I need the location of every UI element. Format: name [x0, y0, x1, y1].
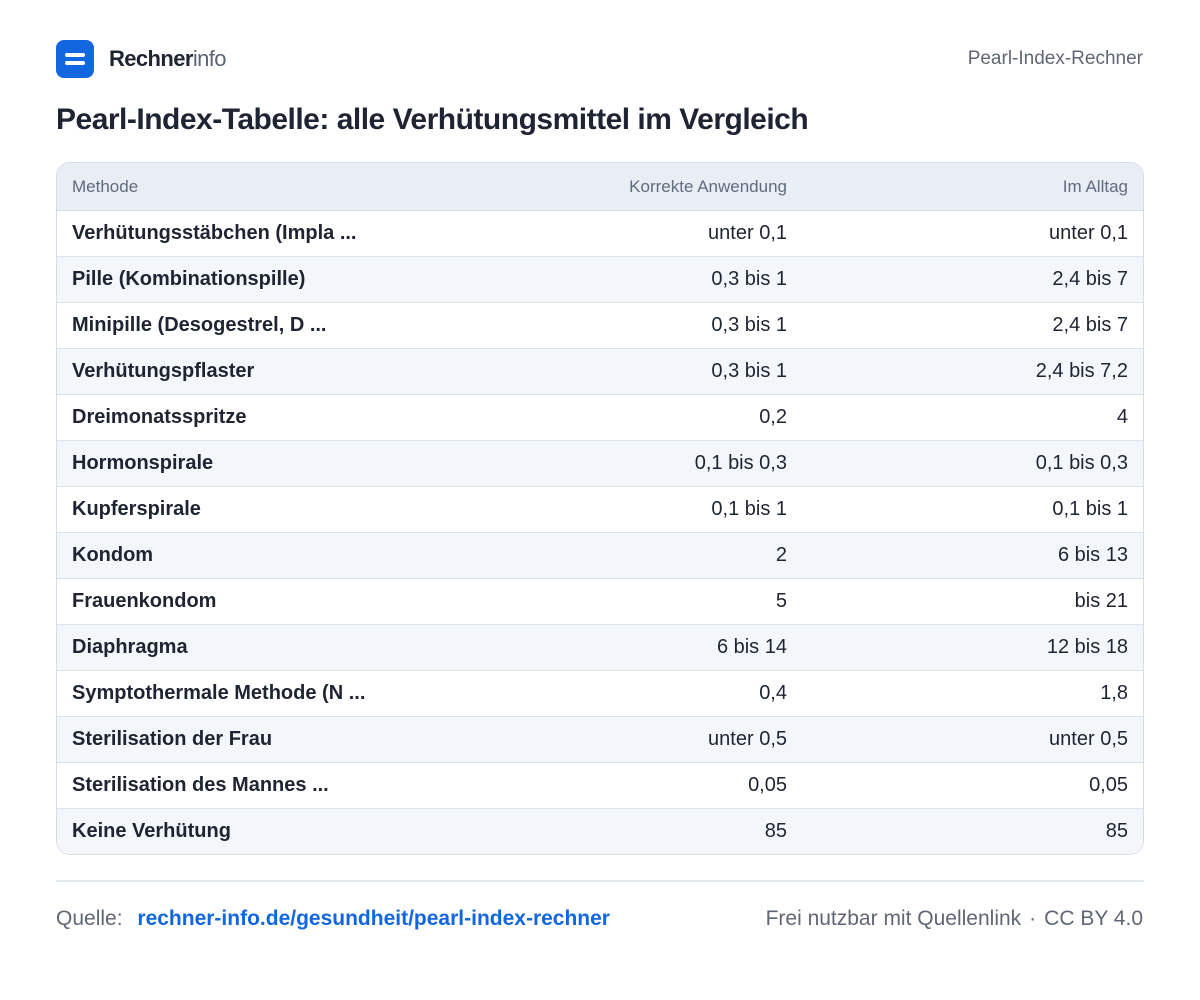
table-row: Diaphragma 6 bis 14 12 bis 18 [57, 624, 1143, 671]
correct-use-cell: 0,3 bis 1 [457, 256, 802, 303]
daily-use-cell: 4 [802, 394, 1143, 441]
daily-use-cell: 2,4 bis 7,2 [802, 348, 1143, 395]
table-row: Minipille (Desogestrel, D ... 0,3 bis 1 2,… [57, 302, 1143, 349]
correct-use-cell: 0,1 bis 0,3 [457, 440, 802, 487]
table-row: Sterilisation des Mannes ... 0,05 0,05 [57, 762, 1143, 809]
column-header-method: Methode [57, 163, 457, 211]
source: Quelle: rechner-info.de/gesundheit/pearl… [56, 907, 610, 931]
daily-use-cell: 2,4 bis 7 [802, 302, 1143, 349]
correct-use-cell: 0,2 [457, 394, 802, 441]
correct-use-cell: 5 [457, 578, 802, 625]
daily-use-cell: 0,1 bis 0,3 [802, 440, 1143, 487]
table-row: Hormonspirale 0,1 bis 0,3 0,1 bis 0,3 [57, 440, 1143, 487]
license-separator: · [1029, 907, 1037, 930]
page-footer: Quelle: rechner-info.de/gesundheit/pearl… [56, 904, 1143, 934]
method-cell: Diaphragma [57, 624, 457, 671]
correct-use-cell: 85 [457, 808, 802, 854]
method-cell: Sterilisation des Mannes ... [57, 762, 457, 809]
table-row: Sterilisation der Frau unter 0,5 unter 0,5 [57, 716, 1143, 763]
license-name: CC BY 4.0 [1044, 907, 1143, 930]
daily-use-cell: 0,1 bis 1 [802, 486, 1143, 533]
brand-name: Rechnerinfo [109, 46, 227, 72]
method-cell: Keine Verhütung [57, 808, 457, 854]
correct-use-cell: unter 0,5 [457, 716, 802, 763]
method-cell: Kondom [57, 532, 457, 579]
footer-divider [56, 880, 1144, 882]
correct-use-cell: 0,4 [457, 670, 802, 717]
correct-use-cell: 0,05 [457, 762, 802, 809]
table-row: Dreimonatsspritze 0,2 4 [57, 394, 1143, 441]
correct-use-cell: 2 [457, 532, 802, 579]
correct-use-cell: 0,3 bis 1 [457, 302, 802, 349]
method-cell: Pille (Kombinationspille) [57, 256, 457, 303]
correct-use-cell: 0,1 bis 1 [457, 486, 802, 533]
daily-use-cell: 12 bis 18 [802, 624, 1143, 671]
table-row: Keine Verhütung 85 85 [57, 808, 1143, 854]
column-header-correct-use: Korrekte Anwendung [457, 163, 802, 211]
daily-use-cell: unter 0,1 [802, 210, 1143, 257]
column-header-daily-use: Im Alltag [802, 163, 1143, 211]
page-header: Rechnerinfo Pearl-Index-Rechner [56, 40, 1143, 78]
tool-name: Pearl-Index-Rechner [967, 48, 1143, 69]
daily-use-cell: 2,4 bis 7 [802, 256, 1143, 303]
method-cell: Sterilisation der Frau [57, 716, 457, 763]
method-cell: Hormonspirale [57, 440, 457, 487]
rechner-logo-icon [56, 40, 94, 78]
method-cell: Symptothermale Methode (N ... [57, 670, 457, 717]
source-label: Quelle: [56, 907, 123, 930]
table-row: Verhütungsstäbchen (Impla ... unter 0,1 un… [57, 210, 1143, 257]
method-cell: Dreimonatsspritze [57, 394, 457, 441]
daily-use-cell: bis 21 [802, 578, 1143, 625]
table-row: Pille (Kombinationspille) 0,3 bis 1 2,4 bi… [57, 256, 1143, 303]
method-cell: Minipille (Desogestrel, D ... [57, 302, 457, 349]
daily-use-cell: unter 0,5 [802, 716, 1143, 763]
method-cell: Kupferspirale [57, 486, 457, 533]
table-row: Kondom 2 6 bis 13 [57, 532, 1143, 579]
correct-use-cell: 0,3 bis 1 [457, 348, 802, 395]
page-title: Pearl-Index-Tabelle: alle Verhütungsmitt… [56, 103, 809, 136]
brand-name-light: info [192, 46, 227, 71]
pearl-index-table: Methode Korrekte Anwendung Im Alltag Ver… [56, 162, 1144, 855]
license-text: Frei nutzbar mit Quellenlink [765, 907, 1022, 930]
brand-name-bold: Rechner [109, 46, 193, 71]
table-row: Symptothermale Methode (N ... 0,4 1,8 [57, 670, 1143, 717]
license-info: Frei nutzbar mit Quellenlink · CC BY 4.0 [766, 907, 1143, 931]
method-cell: Verhütungsstäbchen (Impla ... [57, 210, 457, 257]
method-cell: Frauenkondom [57, 578, 457, 625]
method-cell: Verhütungspflaster [57, 348, 457, 395]
correct-use-cell: 6 bis 14 [457, 624, 802, 671]
source-link[interactable]: rechner-info.de/gesundheit/pearl-index-r… [137, 907, 610, 930]
table-header-row: Methode Korrekte Anwendung Im Alltag [57, 163, 1143, 211]
daily-use-cell: 6 bis 13 [802, 532, 1143, 579]
daily-use-cell: 85 [802, 808, 1143, 854]
daily-use-cell: 0,05 [802, 762, 1143, 809]
correct-use-cell: unter 0,1 [457, 210, 802, 257]
daily-use-cell: 1,8 [802, 670, 1143, 717]
table-row: Kupferspirale 0,1 bis 1 0,1 bis 1 [57, 486, 1143, 533]
brand[interactable]: Rechnerinfo [56, 40, 227, 78]
table-row: Frauenkondom 5 bis 21 [57, 578, 1143, 625]
table-row: Verhütungspflaster 0,3 bis 1 2,4 bis 7,2 [57, 348, 1143, 395]
